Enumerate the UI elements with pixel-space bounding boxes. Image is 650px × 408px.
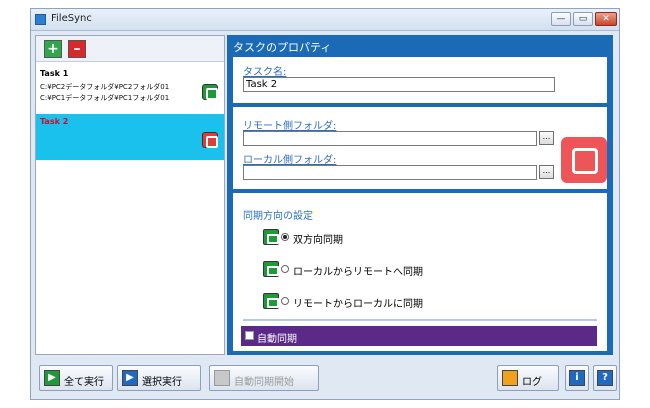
run-all-label: 全て実行 [64,377,104,388]
radio-button[interactable] [281,297,289,305]
minus-icon: – [73,41,81,57]
remote-to-local-icon [263,293,279,309]
sync-status-icon [202,84,218,100]
remote-folder-label: リモート側フォルダ: [243,121,337,132]
properties-header: タスクのプロパティ [233,41,332,54]
task-name-input[interactable]: Task 2 [243,77,555,92]
task-name-panel: タスク名: Task 2 [233,57,607,103]
radio-button[interactable] [281,265,289,273]
divider [243,319,597,321]
help-button[interactable]: ? [593,365,617,391]
remote-browse-button[interactable]: ... [539,131,554,145]
title-bar: FileSync — ▭ ✕ [31,9,619,31]
app-icon [35,14,46,25]
option-label: ローカルからリモートへ同期 [293,267,423,278]
option-local-to-remote[interactable]: ローカルからリモートへ同期 [263,261,483,278]
task-item-2[interactable]: Task 2 [36,114,224,160]
log-label: ログ [522,377,542,388]
window-title: FileSync [51,13,92,24]
radio-button[interactable] [281,233,289,241]
plus-icon: + [47,41,59,57]
local-folder-label: ローカル側フォルダ: [243,155,337,166]
log-icon [502,370,518,386]
info-button[interactable]: i [565,365,589,391]
task-toolbar: + – [36,36,224,62]
maximize-button[interactable]: ▭ [573,12,593,26]
folder-panel: リモート側フォルダ: ... ローカル側フォルダ: ... [233,107,607,189]
auto-sync-label: 自動同期 [257,334,297,345]
task-name: Task 1 [40,69,69,78]
run-selected-button[interactable]: ▶ 選択実行 [117,365,201,391]
local-browse-button[interactable]: ... [539,165,554,179]
remote-folder-input[interactable] [243,131,537,146]
bottom-toolbar: ▶ 全て実行 ▶ 選択実行 自動同期開始 ログ i ? [35,363,617,395]
bidirectional-icon [263,229,279,245]
stop-icon [214,370,230,386]
run-selected-label: 選択実行 [142,377,182,388]
task-remote-path: C:¥PC2データフォルダ¥PC2フォルダ01 [40,83,170,91]
option-bidirectional[interactable]: 双方向同期 [263,229,443,246]
delete-task-button[interactable]: – [68,40,86,58]
task-properties-pane: タスクのプロパティ タスク名: Task 2 リモート側フォルダ: ... ロー… [227,35,613,355]
task-list-pane: + – Task 1 C:¥PC2データフォルダ¥PC2フォルダ01 C:¥PC… [35,35,225,355]
minimize-button[interactable]: — [551,12,571,26]
sync-status-icon [202,132,218,148]
option-label: リモートからローカルに同期 [293,299,423,310]
help-icon: ? [597,370,613,386]
play-icon: ▶ [122,370,138,386]
local-folder-input[interactable] [243,165,537,180]
option-remote-to-local[interactable]: リモートからローカルに同期 [263,293,483,310]
auto-sync-checkbox[interactable] [245,331,254,340]
auto-sync-bar[interactable]: 自動同期 [241,326,597,346]
app-window: FileSync — ▭ ✕ + – Task 1 C:¥PC2データフォルダ¥… [30,8,620,400]
start-auto-sync-label: 自動同期開始 [234,377,294,388]
task-item-1[interactable]: Task 1 C:¥PC2データフォルダ¥PC2フォルダ01 C:¥PC1データ… [36,66,224,112]
run-all-button[interactable]: ▶ 全て実行 [39,365,113,391]
task-local-path: C:¥PC1データフォルダ¥PC1フォルダ01 [40,94,170,102]
log-button[interactable]: ログ [497,365,559,391]
bidirectional-sync-icon [561,137,607,183]
start-auto-sync-button[interactable]: 自動同期開始 [209,365,319,391]
add-task-button[interactable]: + [44,40,62,58]
info-icon: i [569,370,585,386]
task-name: Task 2 [40,117,69,126]
play-icon: ▶ [44,370,60,386]
option-label: 双方向同期 [293,235,343,246]
local-to-remote-icon [263,261,279,277]
close-button[interactable]: ✕ [595,12,617,26]
sync-direction-title: 同期方向の設定 [243,211,313,222]
task-name-label: タスク名: [243,67,287,78]
